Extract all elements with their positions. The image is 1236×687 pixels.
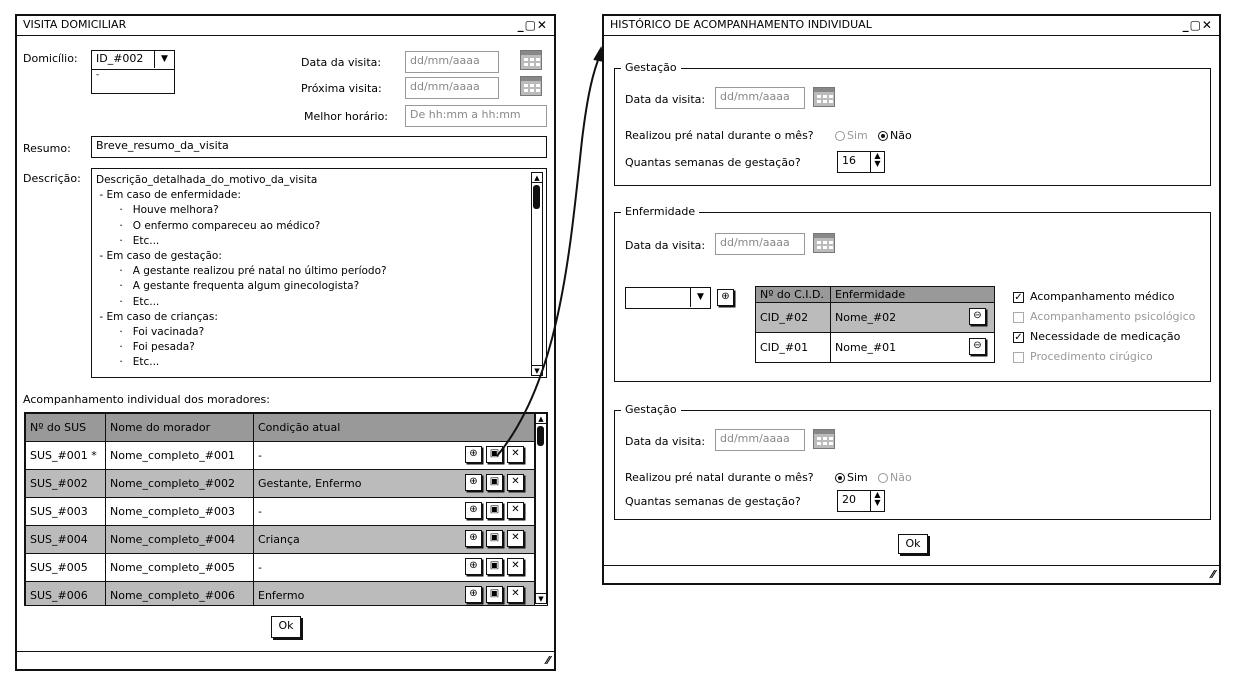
data-visita-label: Data da visita: — [625, 239, 706, 252]
cell-nome-text: Nome_#02 — [835, 311, 897, 324]
gestacao-legend: Gestação — [621, 61, 681, 74]
gestacao-section: Gestação Data da visita: dd/mm/aaaa Real… — [614, 403, 1211, 520]
gestacao-legend: Gestação — [621, 403, 681, 416]
cell-cid-text: CID_#01 — [760, 341, 809, 354]
calendar-icon[interactable] — [813, 233, 835, 253]
radio-nao-label: Não — [890, 129, 912, 142]
radio-icon[interactable] — [878, 131, 888, 141]
cell-nome: Nome_#02 ⊖ — [830, 302, 995, 333]
col-header-cid: Nº do C.I.D. — [755, 286, 831, 303]
cell-nome-text: Nome_#01 — [835, 341, 897, 354]
enfermidade-table: Nº do C.I.D. Enfermidade CID_#02 Nome_#02… — [755, 286, 995, 363]
checkbox-label: Acompanhamento psicológico — [1030, 310, 1196, 323]
enfermidade-legend: Enfermidade — [621, 205, 700, 218]
semanas-value: 20 — [842, 493, 856, 506]
enfermidade-section: Enfermidade Data da visita: dd/mm/aaaa ▼… — [614, 205, 1211, 382]
checkbox-icon[interactable] — [1013, 311, 1024, 323]
add-enfermidade-icon[interactable]: ⊕ — [717, 289, 734, 306]
spinner-arrows-icon[interactable]: ▲ ▼ — [870, 152, 884, 172]
calendar-icon[interactable] — [813, 429, 835, 449]
table-row[interactable]: CID_#01 Nome_#01 ⊖ — [755, 332, 995, 363]
checkbox-icon[interactable] — [1013, 351, 1024, 363]
radio-sim[interactable]: Sim — [835, 471, 868, 484]
radio-sim-label: Sim — [847, 471, 868, 484]
checkbox-item[interactable]: Procedimento cirúgico — [1013, 347, 1195, 367]
radio-nao[interactable]: Não — [878, 129, 912, 142]
radio-icon[interactable] — [835, 131, 845, 141]
cell-cid: CID_#01 — [755, 332, 831, 363]
calendar-icon[interactable] — [813, 87, 835, 107]
semanas-stepper[interactable]: 16 ▲ ▼ — [837, 151, 885, 173]
data-visita-label: Data da visita: — [625, 435, 706, 448]
ok-button[interactable]: Ok — [898, 534, 928, 554]
semanas-value: 16 — [842, 154, 856, 167]
radio-nao-label: Não — [890, 471, 912, 484]
radio-icon[interactable] — [878, 473, 888, 483]
prenatal-label: Realizou pré natal durante o mês? — [625, 129, 814, 142]
status-bar — [604, 565, 1219, 566]
radio-icon[interactable] — [835, 473, 845, 483]
semanas-stepper[interactable]: 20 ▲ ▼ — [837, 490, 885, 512]
checkbox-item[interactable]: ✓ Acompanhamento médico — [1013, 287, 1195, 307]
data-visita-input[interactable]: dd/mm/aaaa — [715, 429, 805, 451]
table-header-row: Nº do C.I.D. Enfermidade — [755, 286, 995, 303]
resize-grip-icon[interactable]: ⁄⁄ — [1211, 568, 1215, 581]
historico-title: HISTÓRICO DE ACOMPANHAMENTO INDIVIDUAL — [610, 18, 872, 31]
radio-nao[interactable]: Não — [878, 471, 912, 484]
cell-nome: Nome_#01 ⊖ — [830, 332, 995, 363]
historico-titlebar: HISTÓRICO DE ACOMPANHAMENTO INDIVIDUAL _… — [604, 16, 1219, 36]
data-visita-label: Data da visita: — [625, 93, 706, 106]
semanas-label: Quantas semanas de gestação? — [625, 495, 801, 508]
data-visita-input[interactable]: dd/mm/aaaa — [715, 87, 805, 109]
col-header-enfermidade: Enfermidade — [830, 286, 995, 303]
checkbox-label: Necessidade de medicação — [1030, 330, 1181, 343]
window-controls-icon[interactable]: _▢✕ — [1183, 18, 1213, 32]
spinner-arrows-icon[interactable]: ▲ ▼ — [870, 491, 884, 511]
enfermidade-checklist: ✓ Acompanhamento médico Acompanhamento psi… — [1013, 287, 1195, 367]
enfermidade-select[interactable]: ▼ — [625, 287, 711, 309]
cell-cid-text: CID_#02 — [760, 311, 809, 324]
remove-icon[interactable]: ⊖ — [969, 338, 986, 355]
checkbox-label: Procedimento cirúgico — [1030, 350, 1153, 363]
checkbox-label: Acompanhamento médico — [1030, 290, 1175, 303]
checkbox-icon[interactable]: ✓ — [1013, 291, 1024, 303]
data-visita-input[interactable]: dd/mm/aaaa — [715, 233, 805, 255]
table-row[interactable]: CID_#02 Nome_#02 ⊖ — [755, 302, 995, 333]
checkbox-item[interactable]: Acompanhamento psicológico — [1013, 307, 1195, 327]
gestacao-section: Gestação Data da visita: dd/mm/aaaa Real… — [614, 61, 1211, 186]
cell-cid: CID_#02 — [755, 302, 831, 333]
chevron-down-icon[interactable]: ▼ — [690, 288, 710, 307]
prenatal-label: Realizou pré natal durante o mês? — [625, 471, 814, 484]
checkbox-icon[interactable]: ✓ — [1013, 331, 1024, 343]
remove-icon[interactable]: ⊖ — [969, 308, 986, 325]
radio-sim[interactable]: Sim — [835, 129, 868, 142]
checkbox-item[interactable]: ✓ Necessidade de medicação — [1013, 327, 1195, 347]
historico-window: HISTÓRICO DE ACOMPANHAMENTO INDIVIDUAL _… — [602, 14, 1221, 585]
semanas-label: Quantas semanas de gestação? — [625, 156, 801, 169]
radio-sim-label: Sim — [847, 129, 868, 142]
